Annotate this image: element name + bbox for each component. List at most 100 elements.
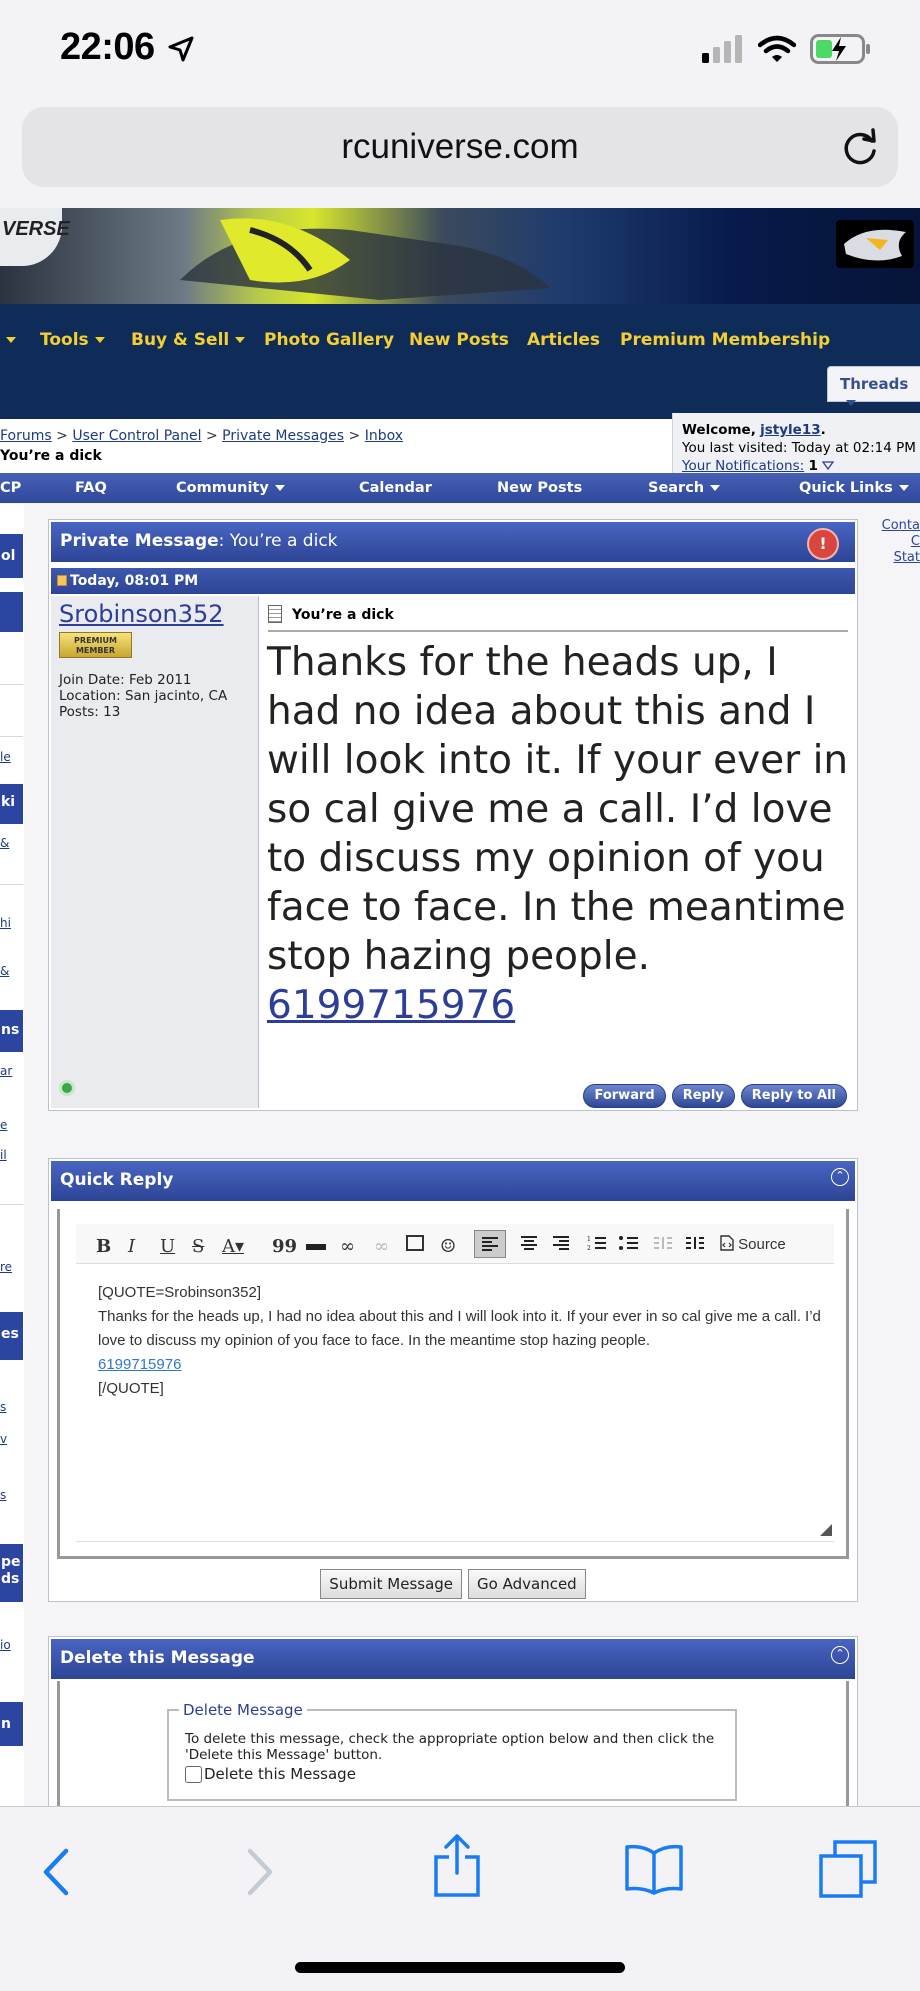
reload-icon[interactable] [840,127,880,167]
breadcrumb-private-messages[interactable]: Private Messages [222,428,344,444]
helicopter-image [180,218,550,300]
status-bar: 22:06 [0,0,920,100]
nav-item-articles[interactable]: Articles [527,330,600,350]
strikethrough-icon[interactable]: S [192,1236,204,1257]
sidebar-link[interactable]: & [0,836,9,850]
subnav-item-faq[interactable]: FAQ [75,480,107,496]
sender-info: Srobinson352 PREMIUM MEMBER Join Date: F… [51,596,259,1108]
breadcrumb-user-cp[interactable]: User Control Panel [72,428,201,444]
resize-handle[interactable] [820,1524,832,1536]
nav-item-photo-gallery[interactable]: Photo Gallery [264,330,394,350]
nav-item-buy-sell[interactable]: Buy & Sell [131,330,246,350]
threads-tab[interactable]: Threads [827,366,920,406]
notifications-link[interactable]: Your Notifications: [682,458,804,474]
chevron-down-icon [710,485,721,491]
tabs-icon[interactable] [818,1839,878,1899]
nav-item-premium[interactable]: Premium Membership [620,330,830,350]
indent-icon[interactable] [682,1230,708,1261]
sidebar-link[interactable]: hi [0,916,11,930]
align-center-icon[interactable] [514,1230,544,1261]
editor-phone-link[interactable]: 6199715976 [98,1353,828,1377]
image-icon[interactable] [406,1235,424,1251]
home-indicator[interactable] [295,1962,625,1973]
collapse-icon[interactable]: ⌃ [831,1168,849,1186]
subnav-item-quick-links[interactable]: Quick Links [799,480,909,496]
submit-message-button[interactable]: Submit Message [320,1569,463,1599]
back-icon[interactable] [40,1847,72,1897]
unlink-icon[interactable]: ∞ [374,1236,389,1257]
delete-checkbox-row[interactable]: Delete this Message [185,1765,356,1783]
sidebar-link[interactable]: io [0,1638,11,1652]
subnav-item-calendar[interactable]: Calendar [359,480,432,496]
bold-icon[interactable]: B [96,1236,111,1257]
welcome-username-link[interactable]: jstyle13 [760,422,821,438]
subnav-item-community[interactable]: Community [176,480,285,496]
right-link[interactable]: C [858,534,920,550]
subnav-item-search[interactable]: Search [648,480,721,496]
sender-username[interactable]: Srobinson352 [59,600,224,628]
source-icon [720,1235,734,1251]
svg-text:2: 2 [587,1245,591,1252]
align-right-icon[interactable] [546,1230,576,1261]
nav-item-tools[interactable]: Tools [40,330,105,350]
location-arrow-icon [168,36,194,62]
sidebar-link[interactable]: le [0,750,11,764]
sidebar-block-7: n [0,1702,23,1746]
predators-logo-icon [844,229,906,261]
report-icon[interactable]: ! [807,528,839,560]
horizontal-rule-icon[interactable] [306,1244,326,1250]
private-message-title: You’re a dick [229,531,338,551]
sidebar-link[interactable]: v [0,1432,7,1446]
sidebar-link[interactable]: s [0,1400,6,1414]
main-nav: Tools Buy & Sell Photo Gallery New Posts… [0,304,920,419]
sidebar-link[interactable]: ar [0,1064,12,1078]
reply-button[interactable]: Reply [671,1084,735,1108]
sidebar-link[interactable]: il [0,1148,7,1162]
quote-icon[interactable]: 99 [272,1236,297,1257]
chevron-down-icon [235,337,246,343]
notifications-caret-icon[interactable] [821,461,835,471]
sidebar-link[interactable]: re [0,1260,12,1274]
text-color-icon[interactable]: A▾ [222,1236,244,1257]
underline-icon[interactable]: U [160,1236,175,1257]
breadcrumb-forums[interactable]: Forums [0,428,52,444]
sidebar-link[interactable]: s [0,1488,6,1502]
sidebar-block-5: es [0,1312,23,1360]
reply-all-button[interactable]: Reply to All [740,1084,847,1108]
outdent-icon[interactable] [650,1230,676,1261]
right-link[interactable]: Stat [858,550,920,566]
emoji-icon[interactable]: ☺ [440,1236,456,1257]
collapse-icon[interactable]: ⌃ [831,1646,849,1664]
sidebar-link[interactable]: e [0,1118,7,1132]
reply-textarea[interactable]: [QUOTE=Srobinson352] Thanks for the head… [98,1281,828,1401]
sidebar-block-1: ol [0,534,23,578]
web-content: VERSE Tools Buy & Sell Photo Gallery New… [0,208,920,1806]
forward-button[interactable]: Forward [583,1084,666,1108]
subnav-item-usercp[interactable]: CP [0,480,21,496]
nav-caret-partial[interactable] [0,330,16,350]
bookmarks-icon[interactable] [624,1843,684,1895]
link-icon[interactable]: ∞ [340,1236,355,1257]
site-logo[interactable]: VERSE [0,208,70,266]
share-icon[interactable] [432,1833,482,1897]
sender-meta: Join Date: Feb 2011 Location: San jacint… [59,672,228,720]
forward-icon[interactable] [244,1847,276,1897]
right-link[interactable]: Conta [858,518,920,534]
svg-text:1: 1 [587,1236,591,1243]
chevron-down-icon [846,399,856,406]
italic-icon[interactable]: I [128,1236,135,1257]
address-bar[interactable]: rcuniverse.com [22,107,898,187]
welcome-box: Welcome, jstyle13. You last visited: Tod… [672,413,920,481]
phone-link[interactable]: 6199715976 [267,983,515,1028]
subnav-item-new-posts[interactable]: New Posts [497,480,582,496]
breadcrumb-inbox[interactable]: Inbox [365,428,403,444]
cellular-signal-icon [702,35,742,63]
source-button[interactable]: Source [720,1235,786,1253]
sidebar-link[interactable]: & [0,964,9,978]
unordered-list-icon[interactable] [616,1230,642,1261]
align-left-icon[interactable] [474,1230,506,1258]
go-advanced-button[interactable]: Go Advanced [468,1569,586,1599]
delete-checkbox[interactable] [185,1765,202,1783]
ordered-list-icon[interactable]: 12 [584,1230,610,1261]
nav-item-new-posts[interactable]: New Posts [409,330,509,350]
